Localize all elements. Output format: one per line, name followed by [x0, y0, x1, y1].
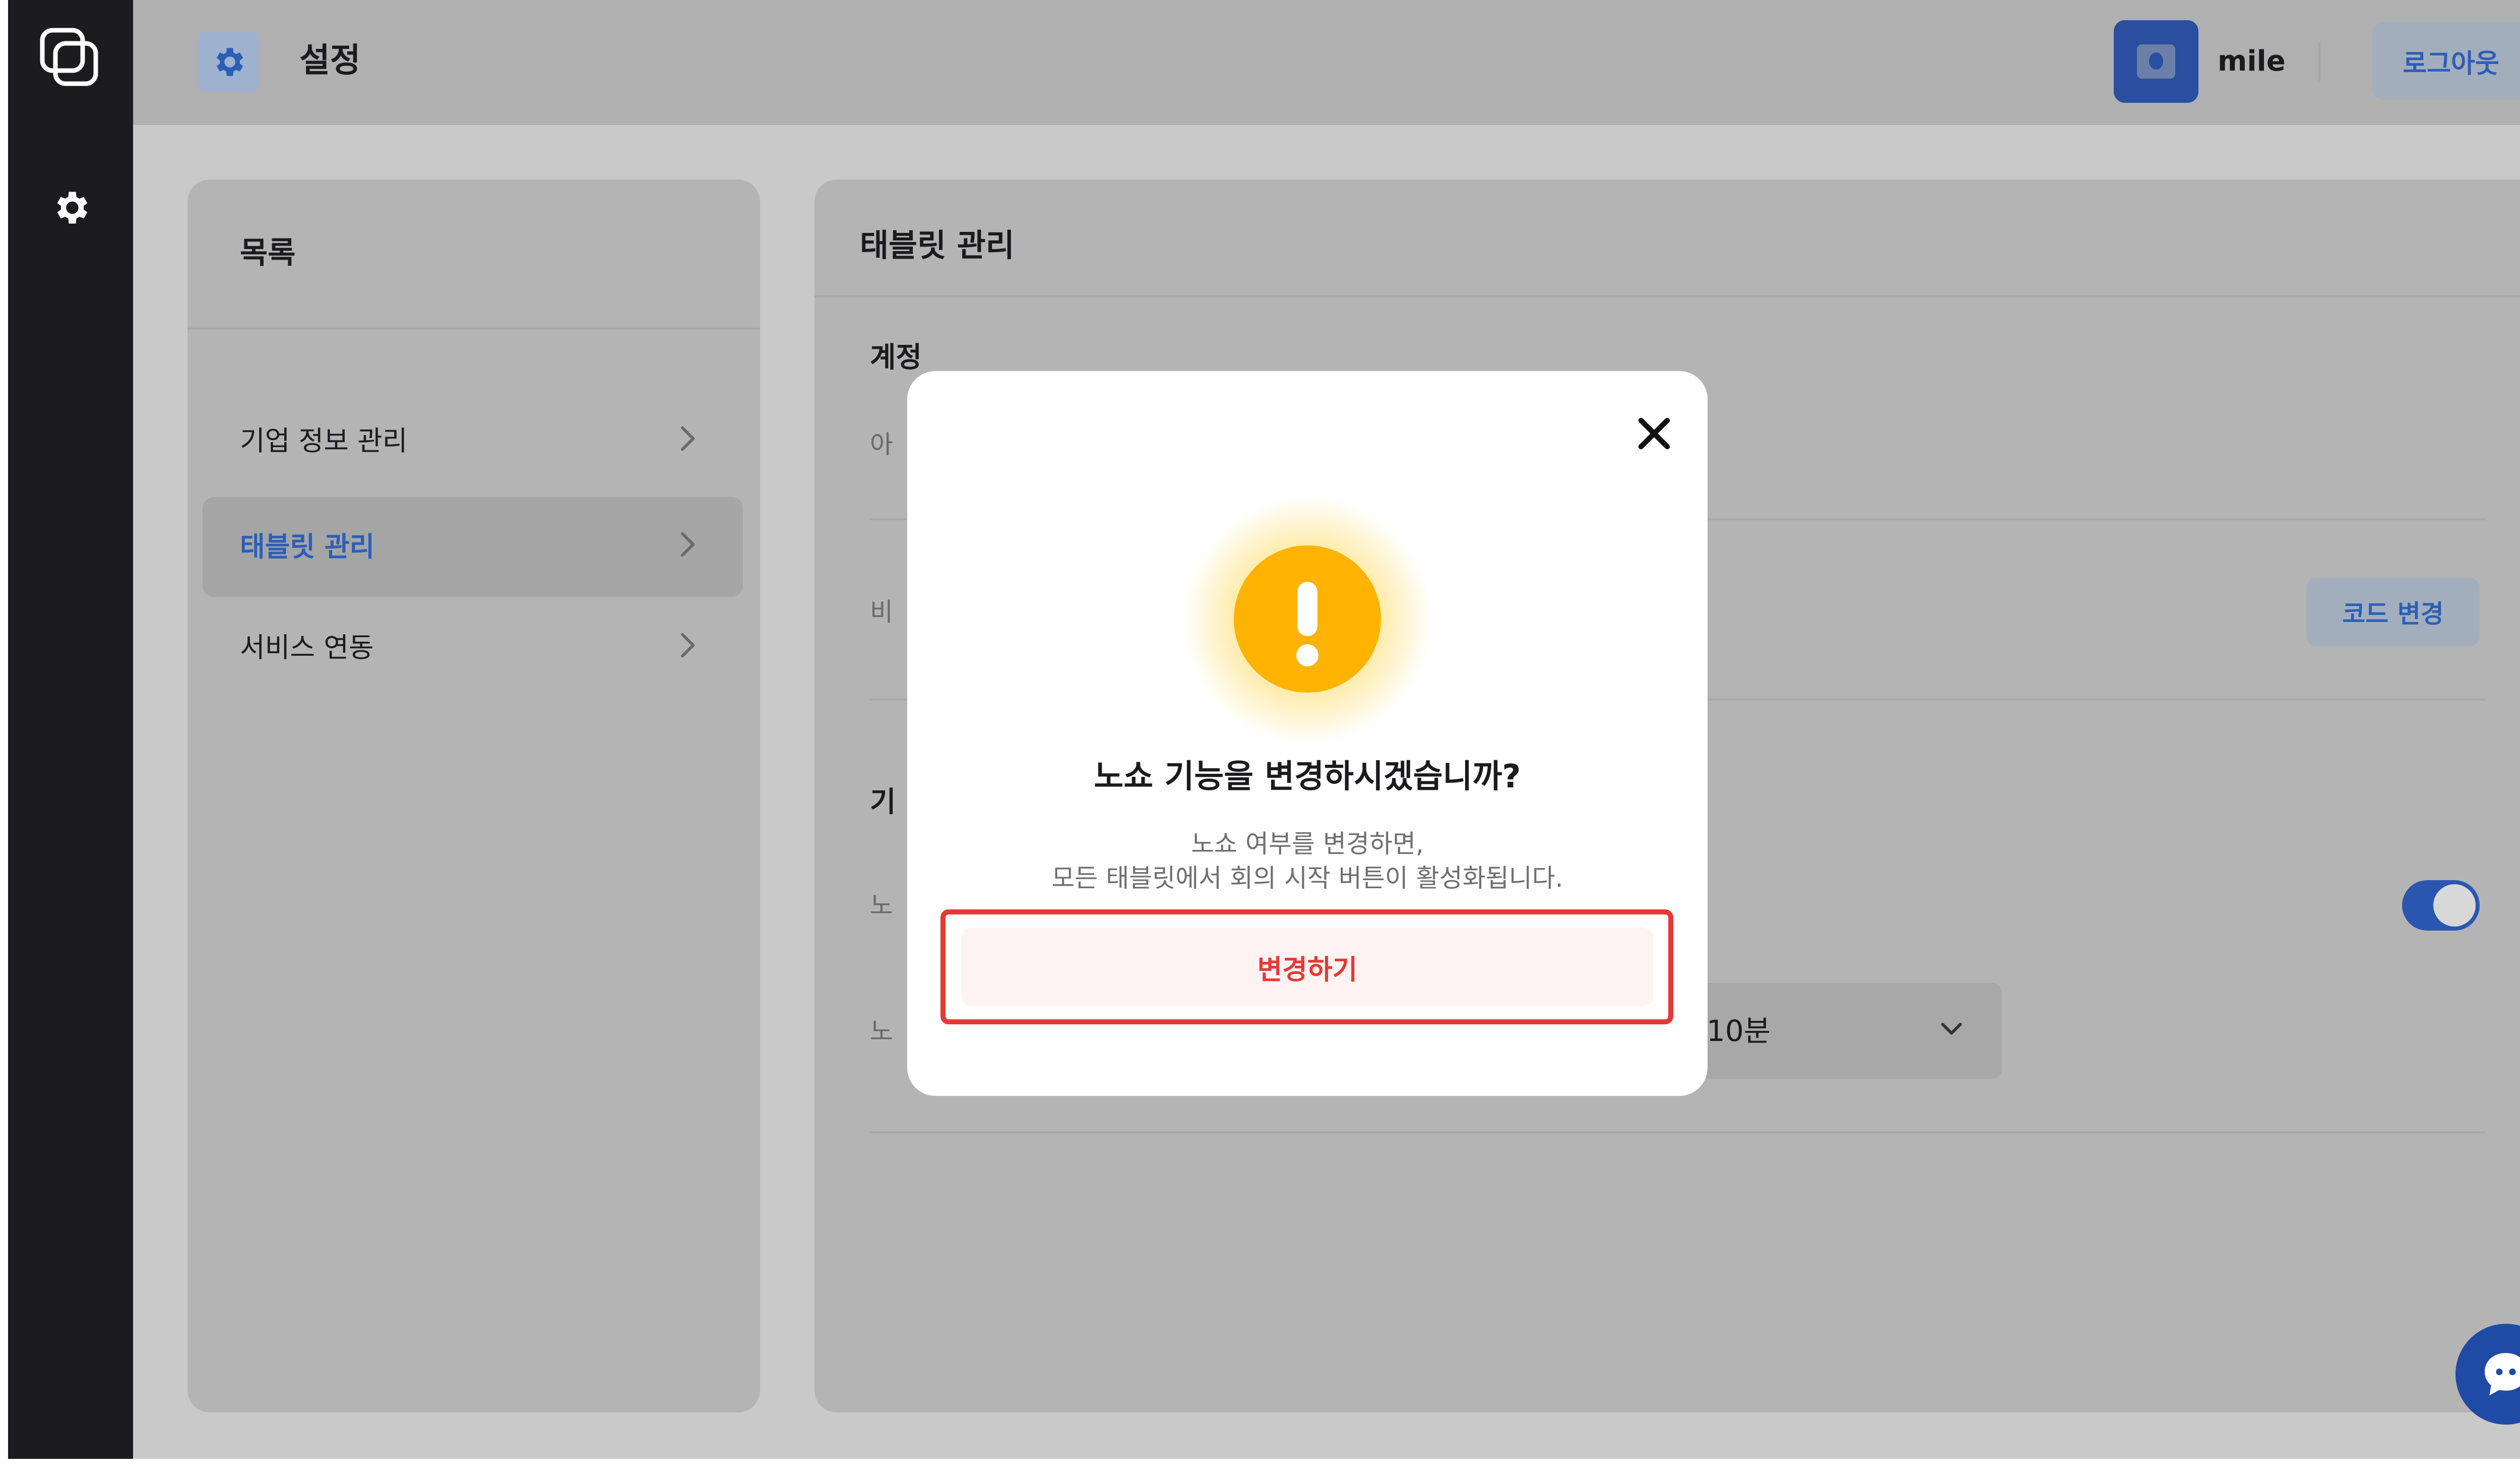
confirm-change-button[interactable]: 변경하기	[962, 928, 1653, 1006]
page-title: 설정	[299, 41, 361, 80]
dialog-description-line: 모든 태블릿에서 회의 시작 버튼이 활성화됩니다.	[1051, 864, 1563, 893]
close-icon	[1638, 417, 1670, 450]
app-logo-icon[interactable]	[38, 26, 101, 89]
list-item-service-integration[interactable]: 서비스 연동	[203, 598, 743, 698]
list-item-label: 태블릿 관리	[240, 531, 375, 563]
avatar[interactable]	[2114, 20, 2198, 103]
dialog-description-line: 노쇼 여부를 변경하면,	[1191, 829, 1424, 858]
section-feature-heading: 기	[870, 786, 896, 819]
row-id-label: 아	[870, 430, 893, 459]
header-settings-badge	[198, 31, 259, 93]
row-noshow-time-label: 노	[870, 1017, 893, 1046]
divider	[814, 295, 2520, 297]
row-password-label: 비	[870, 597, 893, 627]
gear-icon[interactable]	[49, 187, 92, 229]
select-value: 10분	[1707, 1014, 1771, 1048]
username: mile	[2218, 45, 2286, 78]
top-header: 설정 mile 로그아웃	[133, 0, 2520, 125]
header-divider	[2318, 42, 2320, 81]
row-noshow-label: 노	[870, 891, 893, 920]
list-item-tablet-management[interactable]: 태블릿 관리	[203, 497, 743, 597]
list-title: 목록	[240, 235, 296, 271]
list-item-company-info[interactable]: 기업 정보 관리	[203, 391, 743, 491]
logout-button[interactable]: 로그아웃	[2372, 22, 2520, 100]
toggle-knob	[2433, 884, 2476, 927]
divider	[187, 328, 760, 330]
divider	[870, 1131, 2485, 1133]
chat-bubble-icon	[2485, 1353, 2520, 1395]
dialog-title: 노쇼 기능을 변경하시겠습니까?	[1094, 758, 1521, 795]
dialog-description: 노쇼 여부를 변경하면, 모든 태블릿에서 회의 시작 버튼이 활성화됩니다.	[907, 827, 1708, 895]
avatar-icon	[2137, 44, 2175, 79]
close-button[interactable]	[1628, 407, 1680, 460]
list-item-label: 서비스 연동	[240, 632, 374, 663]
section-account-heading: 계정	[870, 341, 922, 374]
exclamation-icon	[1234, 545, 1381, 693]
content-title: 태블릿 관리	[860, 227, 1015, 264]
noshow-time-select[interactable]: 10분	[1671, 983, 2002, 1079]
left-rail	[8, 0, 133, 1459]
list-item-label: 기업 정보 관리	[240, 425, 408, 457]
chevron-right-icon	[681, 633, 695, 658]
app-window: 설정 mile 로그아웃 목록 기업 정보 관리 태블릿 관리 서비스 연동 태…	[8, 0, 2520, 1459]
chevron-down-icon	[1941, 1023, 1962, 1035]
confirm-dialog: 노쇼 기능을 변경하시겠습니까? 노쇼 여부를 변경하면, 모든 태블릿에서 회…	[907, 371, 1708, 1096]
gear-icon	[216, 48, 243, 76]
code-change-button[interactable]: 코드 변경	[2306, 578, 2480, 646]
noshow-toggle[interactable]	[2402, 880, 2480, 931]
chevron-right-icon	[681, 532, 695, 557]
chevron-right-icon	[681, 426, 695, 451]
settings-list-panel: 목록 기업 정보 관리 태블릿 관리 서비스 연동	[187, 179, 760, 1412]
